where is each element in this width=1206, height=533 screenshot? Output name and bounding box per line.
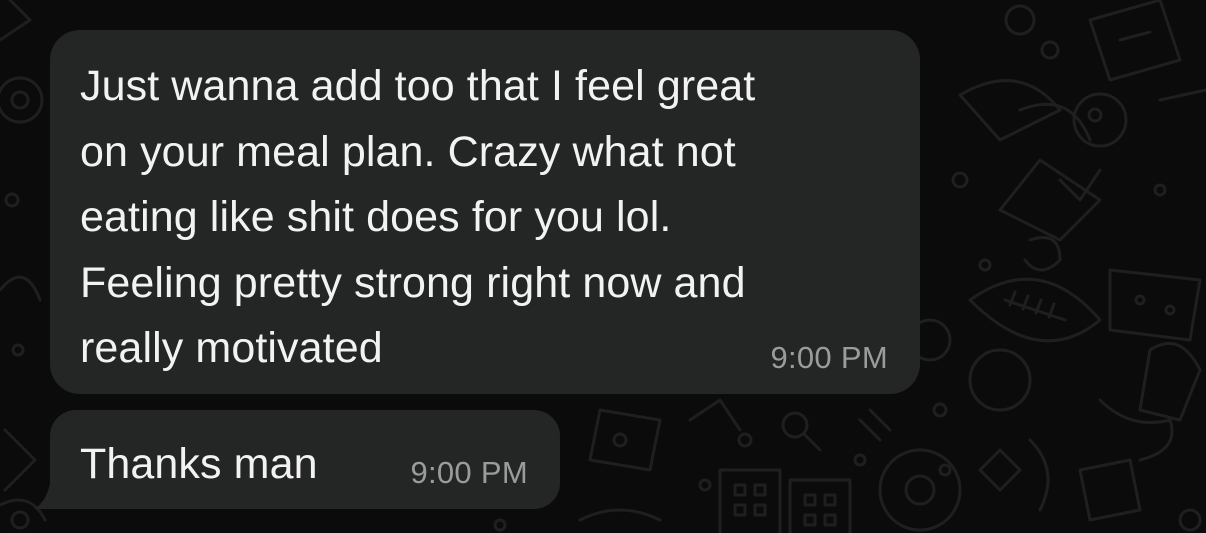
message-text: Just wanna add too that I feel great on … xyxy=(80,62,756,372)
message-timestamp: 9:00 PM xyxy=(410,455,528,490)
message-timestamp: 9:00 PM xyxy=(770,340,888,375)
message-bubble-incoming[interactable]: Thanks man 9:00 PM xyxy=(50,410,560,509)
message-bubble-incoming[interactable]: Just wanna add too that I feel great on … xyxy=(50,30,920,394)
